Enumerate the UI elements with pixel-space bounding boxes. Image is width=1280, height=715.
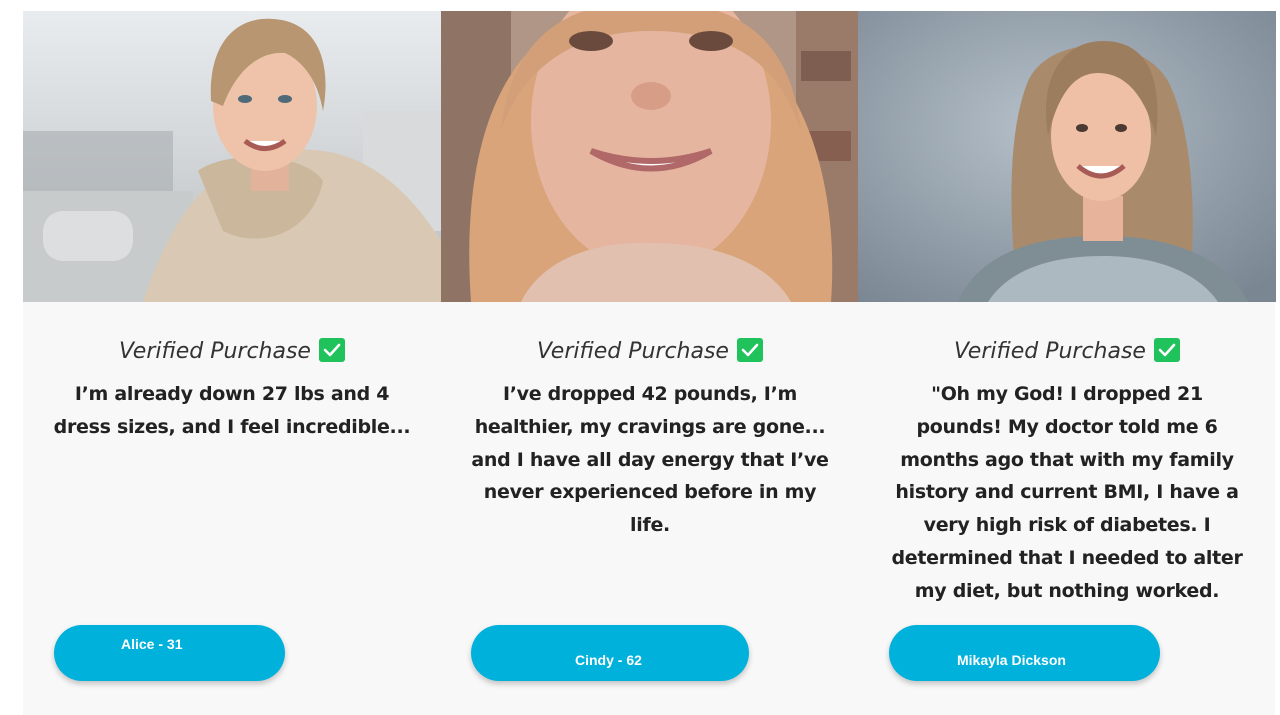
check-square-icon (1153, 338, 1180, 362)
verified-purchase-label: Verified Purchase (858, 338, 1276, 364)
customer-photo-mikayla (858, 11, 1276, 302)
customer-photo-cindy (441, 11, 859, 302)
verified-purchase-label: Verified Purchase (441, 338, 859, 364)
testimonial-card-cindy: Verified Purchase I’ve dropped 42 pounds… (441, 11, 859, 715)
testimonial-quote: I’ve dropped 42 pounds, I’m healthier, m… (471, 383, 829, 537)
customer-photo-alice (23, 11, 441, 302)
customer-name-button[interactable]: Alice - 31 (54, 625, 285, 681)
check-square-icon (736, 338, 763, 362)
testimonials-section: Verified Purchase I’m already down 27 lb… (0, 0, 1280, 715)
check-square-icon (318, 338, 345, 362)
verified-purchase-label: Verified Purchase (23, 338, 441, 364)
testimonial-card-mikayla: Verified Purchase "Oh my God! I dropped … (858, 11, 1276, 715)
customer-name-button[interactable]: Cindy - 62 (471, 625, 749, 681)
customer-name: Mikayla Dickson (957, 652, 1066, 668)
verified-text: Verified Purchase (119, 339, 311, 364)
customer-name: Cindy - 62 (575, 652, 642, 668)
customer-name-button[interactable]: Mikayla Dickson (889, 625, 1160, 681)
verified-text: Verified Purchase (537, 339, 729, 364)
testimonial-quote: I’m already down 27 lbs and 4 dress size… (53, 383, 411, 438)
customer-name: Alice - 31 (121, 636, 183, 652)
testimonial-quote: "Oh my God! I dropped 21 pounds! My doct… (891, 383, 1243, 602)
verified-text: Verified Purchase (954, 339, 1146, 364)
testimonial-card-alice: Verified Purchase I’m already down 27 lb… (23, 11, 441, 715)
